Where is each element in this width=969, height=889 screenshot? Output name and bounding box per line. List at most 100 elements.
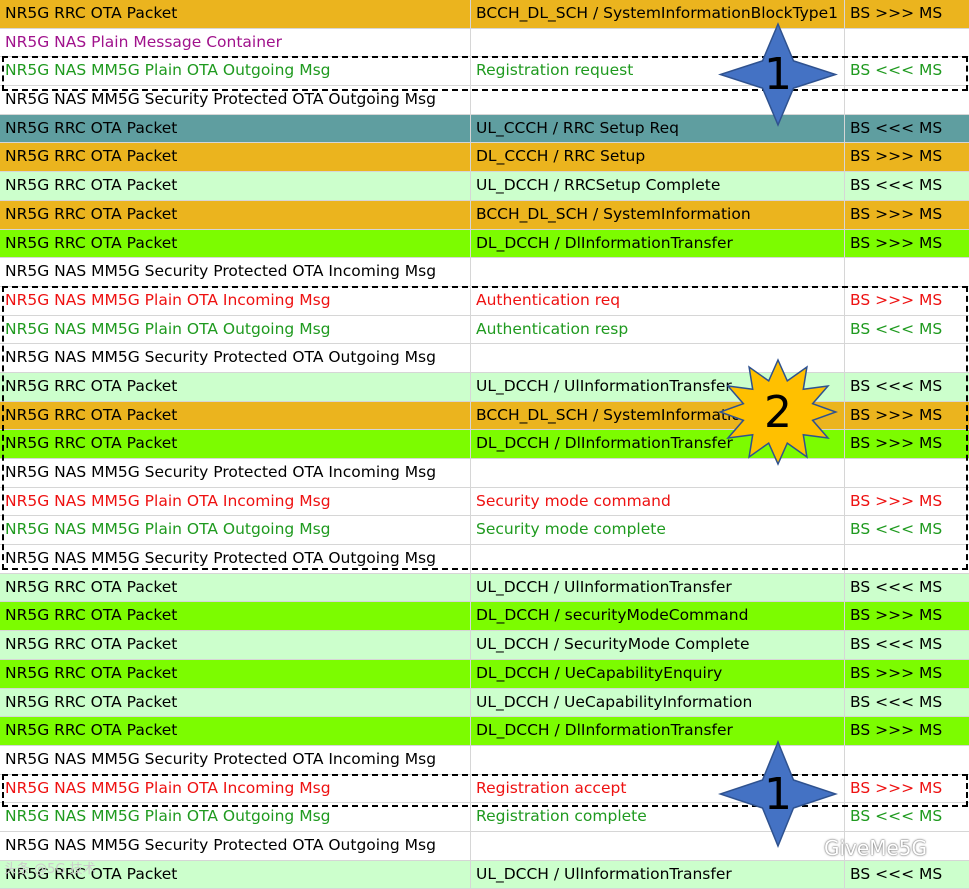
direction-cell: BS >>> MS [850,778,943,797]
log-row[interactable]: NR5G NAS MM5G Security Protected OTA Out… [0,545,969,574]
message-type-cell: NR5G NAS MM5G Plain OTA Outgoing Msg [0,803,471,831]
direction-cell [845,545,969,573]
message-type-cell: NR5G RRC OTA Packet [0,114,471,143]
message-detail-cell: Security mode complete [471,516,845,545]
watermark-right: GiveMe5G [788,836,927,860]
direction-cell: BS <<< MS [850,807,943,826]
direction-cell: BS >>> MS [850,204,943,223]
message-type-cell: NR5G NAS MM5G Security Protected OTA Inc… [0,459,471,487]
message-type-cell: NR5G RRC OTA Packet [0,229,471,258]
direction-cell: BS <<< MS [850,864,943,883]
message-detail-cell: UL_DCCH / RRCSetup Complete [471,172,845,200]
message-type-cell: NR5G NAS MM5G Plain OTA Incoming Msg [0,487,471,516]
message-type-cell: NR5G NAS MM5G Plain OTA Outgoing Msg [0,57,471,86]
direction-cell: BS >>> MS [850,606,943,625]
direction-cell: BS <<< MS [850,376,943,395]
log-row[interactable]: NR5G RRC OTA Packet DL_DCCH / UeCapabilit… [0,659,969,689]
direction-cell: BS >>> MS [850,4,943,22]
direction-cell: BS <<< MS [850,118,943,137]
message-detail-cell [471,258,845,286]
direction-cell: BS >>> MS [850,233,943,252]
message-type-cell: NR5G RRC OTA Packet [0,631,471,659]
message-type-cell: NR5G RRC OTA Packet [0,401,471,430]
message-type-cell: NR5G RRC OTA Packet [0,717,471,745]
message-type-cell: NR5G NAS MM5G Security Protected OTA Out… [0,86,471,114]
log-row[interactable]: NR5G NAS MM5G Security Protected OTA Inc… [0,258,969,287]
message-detail-cell: DL_DCCH / UeCapabilityEnquiry [471,659,845,688]
star-badge-1-top: 1 [718,22,838,127]
message-type-cell: NR5G RRC OTA Packet [0,372,471,401]
direction-cell [845,258,969,286]
log-row[interactable]: NR5G NAS MM5G Plain OTA Outgoing Msg Auth… [0,315,969,345]
star-badge-label: 1 [764,49,792,100]
message-detail-cell [471,545,845,573]
direction-cell: BS >>> MS [850,663,943,682]
message-detail-cell: Authentication resp [471,315,845,344]
direction-cell [845,29,969,57]
message-detail-cell: UL_DCCH / SecurityMode Complete [471,631,845,659]
direction-cell: BS <<< MS [850,577,943,596]
log-row[interactable]: NR5G RRC OTA Packet DL_DCCH / DlInformati… [0,229,969,259]
message-type-cell: NR5G RRC OTA Packet [0,172,471,200]
message-type-cell: NR5G NAS MM5G Plain OTA Outgoing Msg [0,516,471,545]
direction-cell [845,746,969,774]
log-row[interactable]: NR5G RRC OTA Packet UL_DCCH / SecurityMod… [0,631,969,660]
message-detail-cell: UL_DCCH / UlInformationTransfer [471,573,845,602]
message-detail-cell: DL_DCCH / securityModeCommand [471,602,845,631]
direction-cell: BS >>> MS [850,721,943,740]
message-detail-cell: DL_CCCH / RRC Setup [471,143,845,172]
direction-cell: BS >>> MS [850,491,943,510]
log-row[interactable]: NR5G RRC OTA Packet DL_CCCH / RRC Setup BS… [0,143,969,173]
direction-cell: BS >>> MS [850,405,943,424]
log-row[interactable]: NR5G NAS MM5G Plain OTA Outgoing Msg Secu… [0,516,969,546]
star-badge-label: 2 [764,386,792,438]
message-type-cell: NR5G NAS MM5G Security Protected OTA Inc… [0,258,471,286]
log-row[interactable]: NR5G RRC OTA Packet DL_DCCH / securityMod… [0,602,969,632]
message-type-cell: NR5G NAS MM5G Security Protected OTA Out… [0,344,471,372]
log-row[interactable]: NR5G RRC OTA Packet UL_DCCH / RRCSetup Co… [0,172,969,201]
message-type-cell: NR5G RRC OTA Packet [0,602,471,631]
direction-cell: BS <<< MS [850,520,943,539]
message-type-cell: NR5G RRC OTA Packet [0,688,471,717]
direction-cell: BS <<< MS [850,176,943,195]
message-type-cell: NR5G NAS MM5G Security Protected OTA Inc… [0,745,471,774]
log-row[interactable]: NR5G NAS MM5G Plain OTA Incoming Msg Secu… [0,487,969,517]
direction-cell [845,459,969,487]
message-detail-cell: Authentication req [471,286,845,315]
message-type-cell: NR5G RRC OTA Packet [0,0,471,28]
direction-cell [845,86,969,114]
direction-cell: BS >>> MS [850,434,943,453]
direction-cell: BS <<< MS [850,61,943,80]
star-badge-1-bottom: 1 [718,740,838,848]
direction-cell: BS >>> MS [850,290,943,309]
log-row[interactable]: NR5G NAS MM5G Plain OTA Incoming Msg Auth… [0,286,969,316]
message-detail-cell: BCCH_DL_SCH / SystemInformation [471,200,845,229]
message-detail-cell: Security mode command [471,487,845,516]
message-detail-cell: DL_DCCH / DlInformationTransfer [471,229,845,258]
log-row[interactable]: NR5G RRC OTA Packet UL_DCCH / UeCapabilit… [0,688,969,718]
message-type-cell: NR5G RRC OTA Packet [0,430,471,458]
log-row[interactable]: NR5G RRC OTA Packet BCCH_DL_SCH / SystemI… [0,200,969,230]
star-badge-label: 1 [764,768,792,820]
message-type-cell: NR5G NAS MM5G Security Protected OTA Out… [0,545,471,573]
direction-cell: BS <<< MS [850,319,943,338]
watermark-left: 头条 @5G 技术 [4,862,96,877]
log-row[interactable]: NR5G RRC OTA Packet UL_DCCH / UlInformati… [0,860,969,889]
message-detail-cell: UL_DCCH / UeCapabilityInformation [471,688,845,717]
direction-cell: BS >>> MS [850,147,943,166]
message-type-cell: NR5G RRC OTA Packet [0,143,471,172]
watermark-brand: GiveMe5G [824,836,927,860]
message-type-cell: NR5G NAS MM5G Security Protected OTA Out… [0,831,471,860]
direction-cell [845,344,969,372]
log-row[interactable]: NR5G RRC OTA Packet UL_DCCH / UlInformati… [0,573,969,603]
message-detail-cell: UL_DCCH / UlInformationTransfer [471,860,845,889]
wechat-icon [788,837,816,859]
message-type-cell: NR5G NAS MM5G Plain OTA Incoming Msg [0,774,471,803]
message-type-cell: NR5G RRC OTA Packet [0,200,471,229]
direction-cell: BS <<< MS [850,635,943,654]
message-type-cell: NR5G NAS MM5G Plain OTA Outgoing Msg [0,315,471,344]
star-badge-2: 2 [718,358,838,466]
message-type-cell: NR5G RRC OTA Packet [0,573,471,602]
message-type-cell: NR5G NAS MM5G Plain OTA Incoming Msg [0,286,471,315]
message-type-cell: NR5G RRC OTA Packet [0,659,471,688]
